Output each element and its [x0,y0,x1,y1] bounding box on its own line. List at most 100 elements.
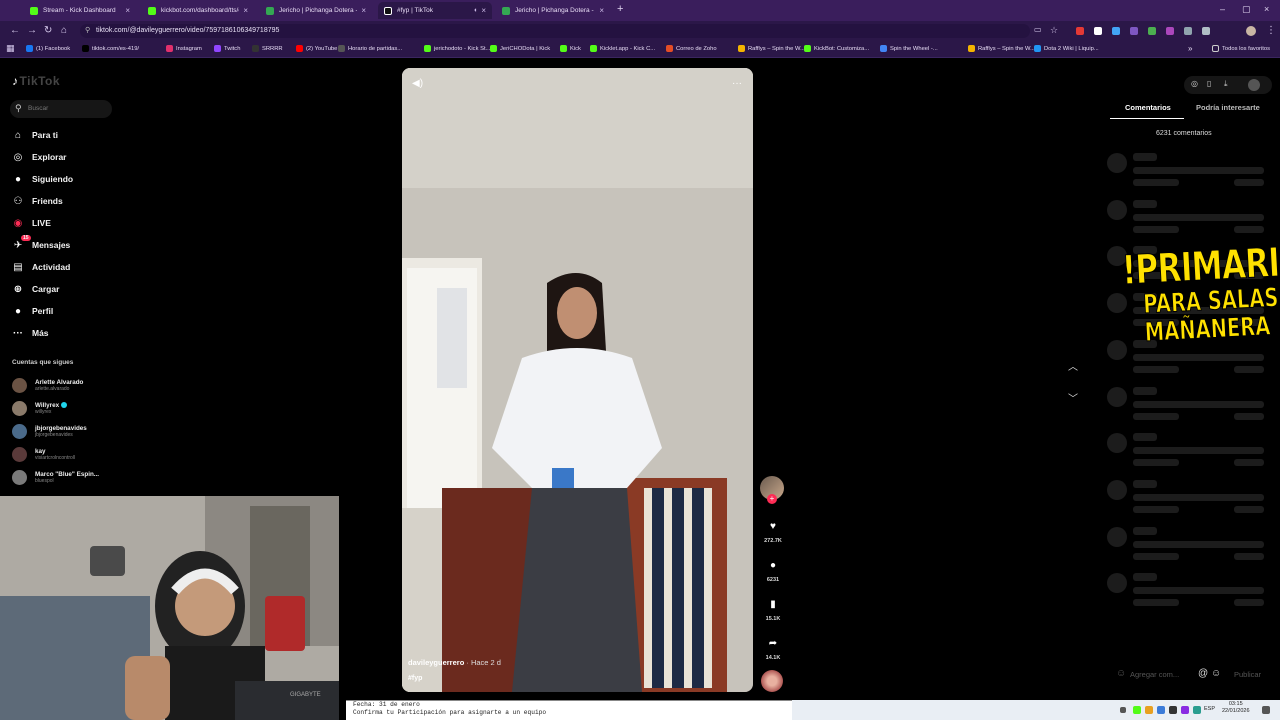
tray-app-icon[interactable] [1145,706,1153,714]
close-icon[interactable]: × [481,6,486,15]
sidebar-item-mensajes[interactable]: ✈ 15 Mensajes [12,235,70,252]
sidebar-item-perfil[interactable]: ● Perfil [12,304,53,318]
browser-tab-kick-dashboard[interactable]: Stream - Kick Dashboard × [24,2,136,19]
close-icon[interactable]: × [361,6,366,15]
tray-app-icon[interactable] [1169,706,1177,714]
bookmark-item[interactable]: tiktok.com/es-419/ [82,45,139,52]
bookmark-item[interactable]: (2) YouTube [296,45,337,52]
install-app-icon[interactable]: ▭ [1034,25,1042,34]
bookmark-item[interactable]: Instagram [166,45,202,52]
followed-account[interactable]: Arlette Alvarado arlette.alvarado [12,376,83,394]
sidebar-item-parati[interactable]: ⌂ Para ti [12,128,58,142]
video-caption-author[interactable]: davileyguerrero · Hace 2 d [408,658,501,667]
tab-comments[interactable]: Comentarios [1125,103,1171,112]
post-button[interactable]: Publicar [1234,670,1261,679]
share-button[interactable]: ➦ 14.1K [762,635,784,662]
compass-icon[interactable]: ◎ [1191,79,1198,88]
more-options-icon[interactable]: ··· [732,78,742,89]
chevron-up-icon[interactable] [1120,707,1126,713]
extension-icon[interactable] [1166,27,1174,35]
forward-button[interactable]: → [27,25,37,36]
sidebar-item-siguiendo[interactable]: ● Siguiendo [12,172,73,186]
bookmark-item[interactable]: Horario de partidas... [338,45,402,52]
new-tab-button[interactable]: + [617,3,623,15]
home-icon[interactable]: ⌂ [61,25,67,36]
all-bookmarks-folder[interactable]: Todos los favoritos [1212,45,1270,52]
user-avatar[interactable] [1248,79,1260,91]
close-icon[interactable]: × [125,6,130,15]
sidebar-item-live[interactable]: ◉ LIVE [12,216,51,230]
back-button[interactable]: ← [10,25,20,36]
sidebar-item-ms[interactable]: ··· Más [12,326,49,340]
url-field[interactable]: ⚲ tiktok.com/@davileyguerrero/video/7597… [80,24,1030,38]
notification-icon[interactable] [1262,706,1270,714]
browser-tab-tiktok[interactable]: #fyp | TikTok ◖ × [378,2,492,19]
follow-plus-icon[interactable]: + [767,494,777,504]
bookmark-item[interactable]: Kick [560,45,581,52]
close-icon[interactable]: × [243,6,248,15]
notepad-window[interactable]: Fecha: 31 de enero Confirma tu Participa… [346,700,792,720]
bookmark-item[interactable]: Dota 2 Wiki | Liquip... [1034,45,1099,52]
close-window-button[interactable]: × [1264,4,1269,14]
taskbar-clock[interactable]: 03:15 22/01/2026 [1222,701,1250,715]
bookmark-item[interactable]: JeriCHODota | Kick [490,45,550,52]
maximize-button[interactable]: ▢ [1242,4,1251,15]
sidebar-item-friends[interactable]: ⚇ Friends [12,194,63,208]
bookmark-item[interactable]: Rafflys – Spin the W... [738,45,805,52]
next-video-chevron-down-icon[interactable]: ﹀ [1068,390,1078,405]
search-input[interactable]: ⚲ Buscar [10,100,112,118]
site-info-icon[interactable]: ⚲ [85,24,90,38]
followed-account[interactable]: Willyrex willyrex [12,399,68,417]
volume-icon[interactable]: ◀) [412,78,423,89]
tray-app-icon[interactable] [1181,706,1189,714]
mention-icon[interactable]: @ [1198,668,1208,679]
browser-tab-kickbot[interactable]: kickbot.com/dashboard/tts/co × [142,2,254,19]
bookmark-item[interactable]: Spin the Wheel -... [880,45,938,52]
bookmark-item[interactable]: Rafflys – Spin the W... [968,45,1035,52]
language-indicator[interactable]: ESP [1204,706,1215,712]
followed-account[interactable]: kay visiartcrolncontroll [12,445,75,463]
tray-app-icon[interactable] [1193,706,1201,714]
previous-video-chevron-up-icon[interactable]: ︿ [1068,358,1078,373]
bookmark-item[interactable]: jerichodoto - Kick St... [424,45,490,52]
minimize-button[interactable]: – [1220,4,1225,14]
followed-account[interactable]: jbjorgebenavides jbjorgebenavides [12,422,87,440]
mute-tab-icon[interactable]: ◖ [473,7,477,14]
video-hashtag[interactable]: #fyp [408,675,422,682]
apps-grid-icon[interactable]: ▦ [6,43,15,54]
comment-input[interactable]: ☺ Agregar com... @ ☺ Publicar [1110,666,1270,682]
like-button[interactable]: ♥ 272.7K [762,518,784,545]
save-button[interactable]: ▮ 15.1K [762,596,784,623]
close-icon[interactable]: × [599,6,604,15]
sidebar-item-actividad[interactable]: ▤ Actividad [12,260,70,274]
reload-button[interactable]: ↻ [44,25,52,36]
extension-icon[interactable] [1112,27,1120,35]
browser-menu-icon[interactable]: ⋮ [1266,25,1276,36]
tab-suggested[interactable]: Podría interesarte [1196,103,1260,112]
phone-icon[interactable]: ▯ [1207,79,1211,88]
video-player[interactable]: ◀) ··· davileyguerrero · Hace 2 d #fyp [402,68,753,692]
sidebar-item-explorar[interactable]: ◎ Explorar [12,150,67,164]
browser-tab-jericho-2[interactable]: Jericho | Pichanga Dotera - Ho × [496,2,610,19]
extension-icon[interactable] [1130,27,1138,35]
bookmark-item[interactable]: KickBot: Customiza... [804,45,869,52]
bookmark-star-icon[interactable]: ☆ [1050,25,1058,36]
more-bookmarks-icon[interactable]: » [1188,44,1192,53]
profile-avatar[interactable] [1246,26,1256,36]
bookmark-item[interactable]: SRRRR [252,45,283,52]
bookmark-item[interactable]: Kicklet.app - Kick C... [590,45,655,52]
extension-icon[interactable] [1184,27,1192,35]
extensions-puzzle-icon[interactable] [1202,27,1210,35]
tray-app-icon[interactable] [1133,706,1141,714]
followed-account[interactable]: Marco "Blue" Espin... bluespol [12,468,99,486]
bookmark-item[interactable]: Twitch [214,45,240,52]
tiktok-logo[interactable]: ♪TikTok [12,74,60,88]
extension-icon[interactable] [1076,27,1084,35]
download-icon[interactable]: ⤓ [1224,79,1228,89]
comment-button[interactable]: ● 6231 [762,557,784,584]
bookmark-item[interactable]: (1) Facebook [26,45,70,52]
emoji-icon[interactable]: ☺ [1211,668,1221,679]
sidebar-item-cargar[interactable]: ⊕ Cargar [12,282,60,296]
extension-icon[interactable] [1094,27,1102,35]
bookmark-item[interactable]: Correo de Zoho [666,45,717,52]
